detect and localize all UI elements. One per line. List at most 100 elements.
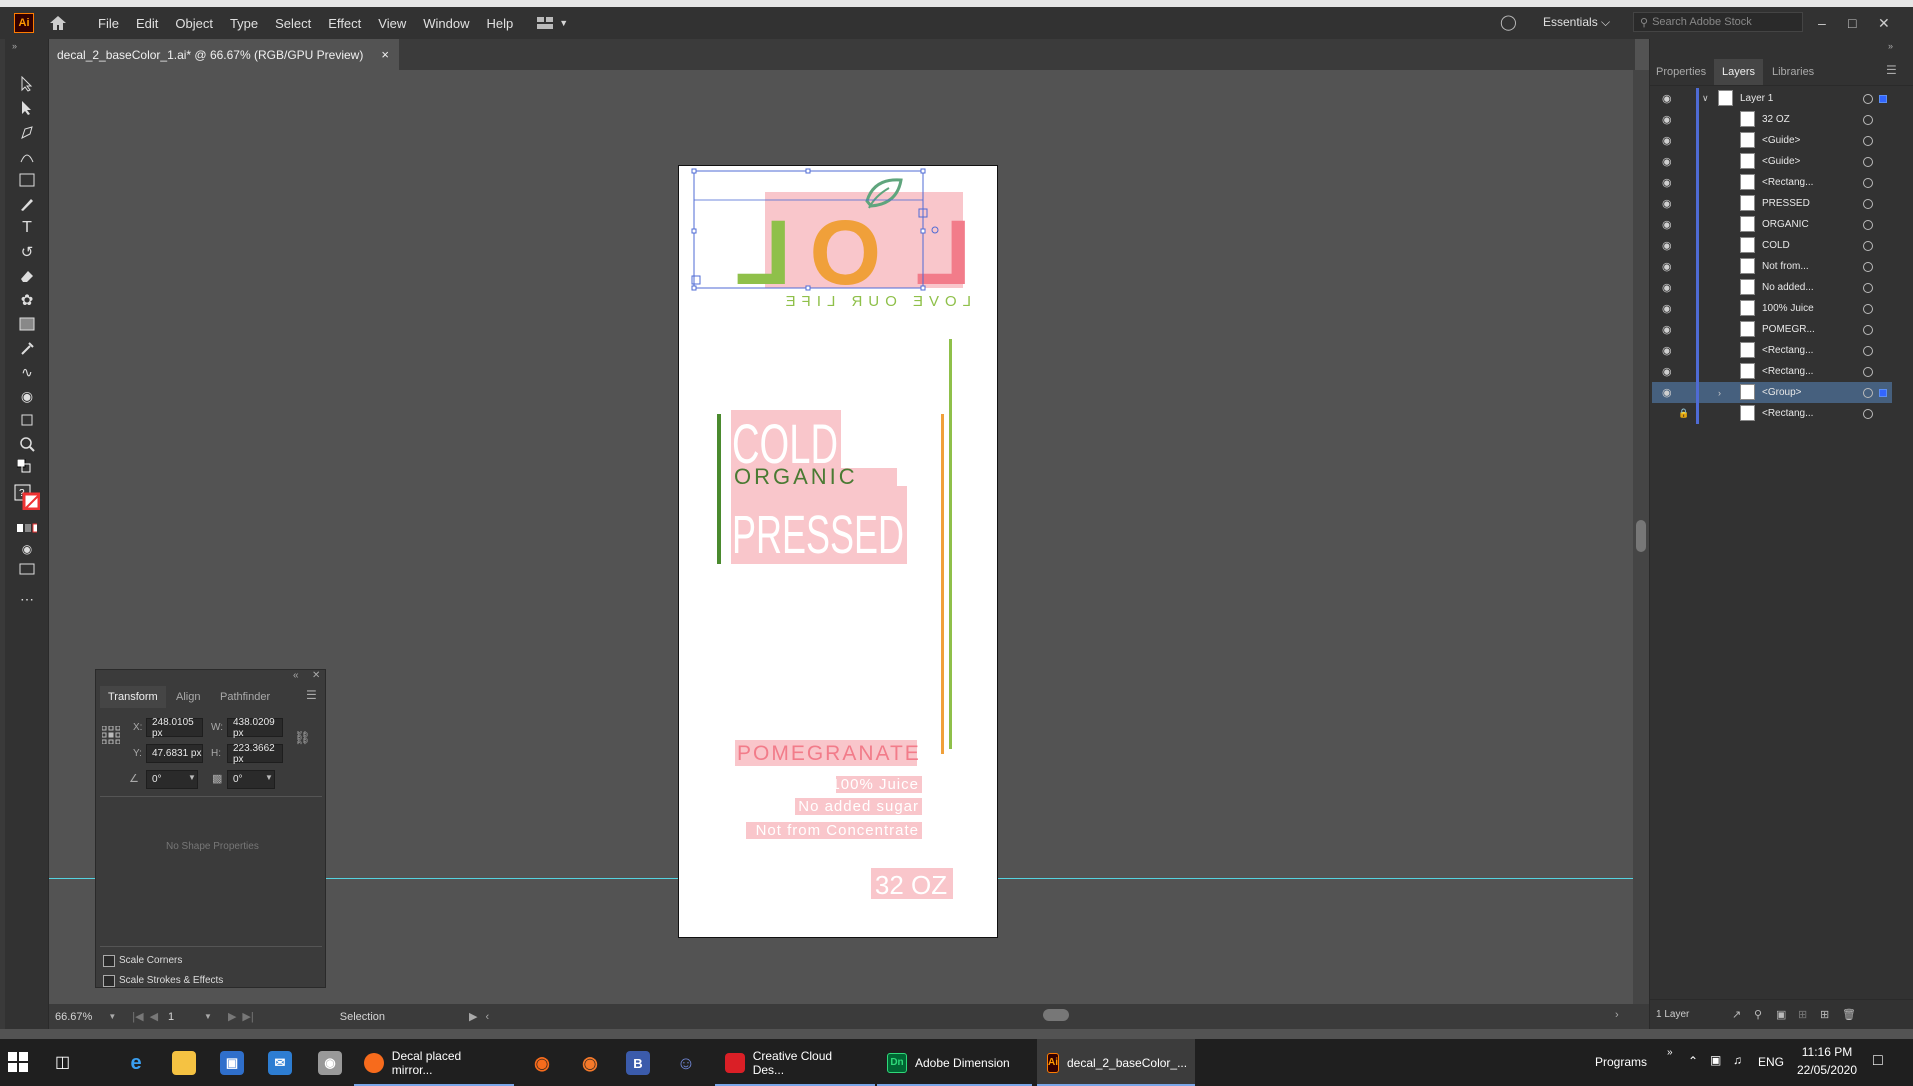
color-mode-icon[interactable] — [17, 518, 37, 538]
layer-row[interactable]: ◉ <Guide> — [1652, 151, 1892, 172]
last-artboard-icon[interactable]: ▶| — [242, 1010, 253, 1023]
file-explorer-icon[interactable] — [172, 1051, 196, 1075]
target-icon[interactable] — [1863, 408, 1873, 419]
taskbar-creative-cloud[interactable]: Creative Cloud Des... — [715, 1039, 875, 1086]
menu-file[interactable]: File — [98, 16, 119, 31]
visibility-eye-icon[interactable]: ◉ — [1662, 386, 1672, 399]
visibility-eye-icon[interactable]: ◉ — [1662, 302, 1672, 315]
close-tab-icon[interactable]: × — [381, 47, 389, 62]
layer-row[interactable]: ◉ ORGANIC — [1652, 214, 1892, 235]
minimize-button[interactable]: – — [1818, 15, 1826, 31]
x-field[interactable]: 248.0105 px — [146, 717, 203, 739]
artboard-tool[interactable] — [17, 410, 37, 430]
home-icon[interactable] — [48, 14, 68, 32]
visibility-eye-icon[interactable]: ◉ — [1662, 260, 1672, 273]
visibility-eye-icon[interactable]: ◉ — [1662, 239, 1672, 252]
menu-help[interactable]: Help — [486, 16, 513, 31]
visibility-eye-icon[interactable]: ◉ — [1662, 365, 1672, 378]
layer-row[interactable]: ◉ Not from... — [1652, 256, 1892, 277]
direct-selection-tool[interactable] — [17, 98, 37, 118]
rectangle-tool[interactable] — [17, 170, 37, 190]
h-field[interactable]: 223.3662 px — [227, 743, 283, 765]
target-icon[interactable] — [1863, 303, 1873, 314]
fill-stroke-swatch[interactable]: ? — [14, 484, 40, 510]
visibility-eye-icon[interactable]: ◉ — [1662, 92, 1672, 105]
rotate-tool[interactable]: ↺ — [17, 242, 37, 262]
type-tool[interactable]: T — [17, 218, 37, 238]
draw-mode-icon[interactable]: ◉ — [17, 539, 37, 559]
target-icon[interactable] — [1863, 345, 1873, 356]
lock-icon[interactable]: 🔒 — [1678, 408, 1689, 419]
taskbar-dimension[interactable]: Dn Adobe Dimension — [877, 1039, 1032, 1086]
zoom-dropdown-icon[interactable]: ▼ — [108, 1012, 116, 1021]
discord-icon[interactable]: ☺ — [674, 1051, 698, 1075]
layer-row[interactable]: ◉ 32 OZ — [1652, 109, 1892, 130]
start-button[interactable] — [8, 1052, 28, 1072]
vertical-scroll-thumb[interactable] — [1636, 520, 1646, 552]
selection-indicator-icon[interactable] — [1879, 94, 1887, 103]
visibility-eye-icon[interactable]: ◉ — [1662, 176, 1672, 189]
scale-strokes-checkbox[interactable] — [103, 975, 115, 987]
curvature-tool[interactable] — [17, 146, 37, 166]
chevron-down-icon[interactable]: ∨ — [1702, 93, 1709, 104]
close-button[interactable]: ✕ — [1878, 15, 1890, 32]
stock-search-input[interactable]: ⚲ Search Adobe Stock — [1633, 12, 1803, 32]
layer-row[interactable]: ◉ <Rectang... — [1652, 361, 1892, 382]
y-field[interactable]: 47.6831 px — [146, 744, 203, 763]
arrange-documents-button[interactable]: ▼ — [537, 17, 568, 29]
visibility-eye-icon[interactable]: ◉ — [1662, 134, 1672, 147]
origin-icon[interactable]: ◉ — [530, 1051, 554, 1075]
menu-edit[interactable]: Edit — [136, 16, 158, 31]
taskbar-firefox[interactable]: Decal placed mirror... — [354, 1039, 514, 1086]
layer-row[interactable]: ◉ <Rectang... — [1652, 340, 1892, 361]
target-icon[interactable] — [1863, 219, 1873, 230]
tray-chevron-icon[interactable]: ⌃ — [1688, 1054, 1698, 1068]
target-icon[interactable] — [1863, 366, 1873, 377]
tab-transform[interactable]: Transform — [100, 686, 166, 708]
visibility-eye-icon[interactable]: ◉ — [1662, 113, 1672, 126]
layer-row[interactable]: ◉ No added... — [1652, 277, 1892, 298]
chevron-right-icon[interactable]: › — [1718, 388, 1721, 398]
volume-icon[interactable]: ♫ — [1733, 1053, 1742, 1067]
menu-type[interactable]: Type — [230, 16, 258, 31]
edge-icon[interactable]: e — [124, 1051, 148, 1075]
artboard-number[interactable]: 1 — [168, 1011, 204, 1023]
more-tools-icon[interactable]: ⋯ — [17, 589, 37, 609]
menu-select[interactable]: Select — [275, 16, 311, 31]
b-app-icon[interactable]: B — [626, 1051, 650, 1075]
clipping-mask-icon[interactable]: ▣ — [1776, 1008, 1786, 1021]
menu-window[interactable]: Window — [423, 16, 469, 31]
clock-time[interactable]: 11:16 PM — [1800, 1045, 1854, 1059]
delete-layer-icon[interactable]: 🗑 — [1842, 1008, 1856, 1021]
shear-dropdown-icon[interactable]: ▼ — [265, 773, 273, 782]
collapse-panels-icon[interactable]: » — [1888, 41, 1893, 51]
layer-row[interactable]: 🔒 <Rectang... — [1652, 403, 1892, 424]
target-icon[interactable] — [1863, 114, 1873, 125]
visibility-eye-icon[interactable]: ◉ — [1662, 344, 1672, 357]
panel-menu-icon[interactable]: ☰ — [1886, 63, 1897, 77]
panel-collapse-icon[interactable]: « — [293, 670, 299, 681]
eraser-tool[interactable] — [17, 266, 37, 286]
target-icon[interactable] — [1863, 282, 1873, 293]
programs-toolbar[interactable]: Programs — [1595, 1055, 1647, 1069]
visibility-eye-icon[interactable]: ◉ — [1662, 323, 1672, 336]
new-sublayer-icon[interactable]: ⊞ — [1798, 1008, 1807, 1021]
visibility-eye-icon[interactable]: ◉ — [1662, 281, 1672, 294]
layer-row[interactable]: ◉ COLD — [1652, 235, 1892, 256]
default-fill-stroke-icon[interactable] — [17, 459, 31, 473]
blender-icon[interactable]: ◉ — [578, 1051, 602, 1075]
target-icon[interactable] — [1863, 93, 1873, 104]
constrain-proportions-icon[interactable]: ⛓ — [294, 730, 311, 746]
tab-align[interactable]: Align — [176, 686, 200, 708]
network-icon[interactable]: ▣ — [1710, 1053, 1721, 1067]
blend-tool[interactable]: ∿ — [17, 362, 37, 382]
panel-close-icon[interactable]: ✕ — [312, 670, 320, 681]
document-tab[interactable]: decal_2_baseColor_1.ai* @ 66.67% (RGB/GP… — [49, 39, 399, 70]
scroll-left-icon[interactable]: ‹ — [485, 1011, 489, 1023]
horizontal-scroll-thumb[interactable] — [1043, 1009, 1069, 1021]
lightbulb-icon[interactable]: ◯ — [1500, 13, 1517, 31]
menu-object[interactable]: Object — [175, 16, 213, 31]
target-icon[interactable] — [1863, 240, 1873, 251]
zoom-tool[interactable] — [17, 434, 37, 454]
store-icon[interactable]: ▣ — [220, 1051, 244, 1075]
